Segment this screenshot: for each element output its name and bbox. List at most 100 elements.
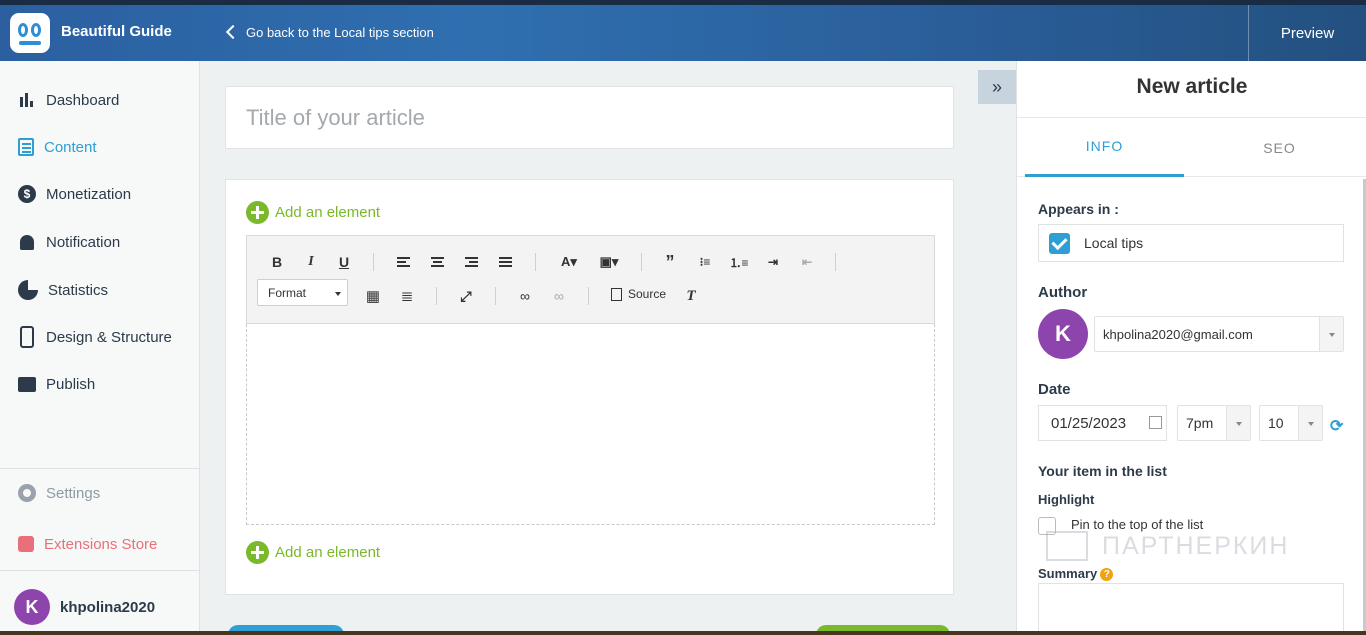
sidebar-item-design-structure[interactable]: Design & Structure [0,317,199,357]
toolbar-separator [535,253,536,271]
sidebar-item-notification[interactable]: Notification [0,222,199,262]
watermark-logo-icon [1046,531,1088,561]
author-email: khpolina2020@gmail.com [1103,326,1253,342]
app-title: Beautiful Guide [61,23,172,40]
toolbar-separator [641,253,642,271]
toolbar-separator [373,253,374,271]
store-icon [18,536,34,552]
editor-card: Add an element B I U A▾ ▣▾ ” ⁝≡ ⒈≡ ⇥ ⇤ F… [225,179,954,595]
minute-select[interactable]: 10 [1259,405,1323,441]
sidebar-item-label: Settings [46,484,101,502]
bell-icon [20,234,34,250]
summary-textarea[interactable] [1038,583,1344,631]
sidebar-item-publish[interactable]: Publish [0,364,199,404]
date-value: 01/25/2023 [1051,414,1127,432]
indent-icon[interactable]: ⇥ [762,251,784,273]
italic-icon[interactable]: I [300,251,322,273]
rich-text-editor-area[interactable] [246,324,935,525]
background-color-icon[interactable]: ▣▾ [595,251,623,273]
avatar: K [14,589,50,625]
sidebar-divider [0,468,199,469]
toolbar-separator [436,287,437,305]
appears-in-value: Local tips [1084,235,1144,251]
back-link[interactable]: Go back to the Local tips section [222,21,434,43]
toolbar-separator [835,253,836,271]
calendar-icon [1149,416,1162,429]
table-icon[interactable]: ▦ [362,285,384,307]
summary-label-text: Summary [1038,566,1098,581]
remove-format-icon[interactable]: T [680,285,702,307]
pie-chart-icon [18,280,38,300]
sidebar-divider [0,570,199,571]
sidebar-item-label: Extensions Store [44,535,158,553]
chevron-left-icon [225,24,241,40]
sidebar-item-label: Publish [46,375,96,393]
align-right-icon[interactable] [460,251,482,273]
sidebar-item-extensions-store[interactable]: Extensions Store [0,524,199,564]
source-button[interactable]: Source [611,287,666,301]
sidebar-item-dashboard[interactable]: Dashboard [0,80,199,120]
add-element-label: Add an element [275,544,381,561]
text-color-icon[interactable]: A▾ [555,251,583,273]
watermark: ПАРТНЕРКИН [1046,528,1336,564]
refresh-icon[interactable]: ⟳ [1330,416,1343,436]
preview-button[interactable]: Preview [1248,5,1366,61]
plus-circle-icon [246,201,269,224]
chevron-down-icon [1319,317,1343,351]
hour-value: 7pm [1186,415,1214,431]
avatar: K [1038,309,1088,359]
sidebar: Dashboard Content $ Monetization Notific… [0,61,200,631]
top-bar: Beautiful Guide Go back to the Local tip… [0,0,1366,61]
hour-select[interactable]: 7pm [1177,405,1251,441]
bold-icon[interactable]: B [266,251,288,273]
chevron-down-icon [1226,406,1250,440]
sidebar-item-label: Dashboard [46,91,120,109]
bulleted-list-icon[interactable]: ⁝≡ [694,251,716,273]
outdent-icon[interactable]: ⇤ [796,251,818,273]
tab-seo[interactable]: SEO [1200,118,1359,177]
format-dropdown[interactable]: Format [257,279,348,306]
sidebar-item-statistics[interactable]: Statistics [0,270,199,310]
align-center-icon[interactable] [426,251,448,273]
align-left-icon[interactable] [392,251,414,273]
checkbox-checked-icon[interactable] [1049,232,1070,254]
appears-in-field[interactable]: Local tips [1038,224,1344,262]
add-element-button[interactable]: Add an element [246,201,380,224]
add-element-button[interactable]: Add an element [246,541,380,564]
align-justify-icon[interactable] [494,251,516,273]
sidebar-item-settings[interactable]: Settings [0,473,199,513]
rich-text-toolbar: B I U A▾ ▣▾ ” ⁝≡ ⒈≡ ⇥ ⇤ Format ▦ ≣ ⤢ ∞ ∞… [246,235,935,324]
logo-eye-icon [18,23,28,37]
maximize-icon[interactable]: ⤢ [455,285,477,307]
phone-icon [20,326,34,348]
list-section-label: Your item in the list [1038,463,1167,479]
appears-in-label: Appears in : [1038,201,1119,217]
storefront-icon [18,376,36,392]
link-icon[interactable]: ∞ [514,285,536,307]
blockquote-icon[interactable]: ” [659,251,681,273]
horizontal-line-icon[interactable]: ≣ [396,285,418,307]
document-icon [18,138,34,156]
author-select[interactable]: khpolina2020@gmail.com [1094,316,1344,352]
article-title-input[interactable] [225,86,954,149]
back-link-label: Go back to the Local tips section [246,24,434,40]
tab-info[interactable]: INFO [1025,118,1184,177]
app-logo[interactable] [10,13,50,53]
highlight-label: Highlight [1038,492,1095,507]
underline-icon[interactable]: U [333,251,355,273]
add-element-label: Add an element [275,204,381,221]
logo-mouth-icon [19,41,41,45]
sidebar-item-content[interactable]: Content [0,127,199,167]
collapse-panel-button[interactable]: » [978,70,1016,104]
user-name: khpolina2020 [60,598,156,616]
sidebar-item-label: Statistics [48,281,109,299]
help-icon[interactable]: ? [1100,568,1114,581]
sidebar-item-monetization[interactable]: $ Monetization [0,174,199,214]
unlink-icon[interactable]: ∞ [548,285,570,307]
user-profile[interactable]: K khpolina2020 [0,583,199,631]
gear-icon [18,484,36,502]
date-input[interactable]: 01/25/2023 [1038,405,1167,441]
logo-eye-icon [31,23,41,37]
numbered-list-icon[interactable]: ⒈≡ [728,251,750,273]
watermark-text: ПАРТНЕРКИН [1102,531,1290,560]
